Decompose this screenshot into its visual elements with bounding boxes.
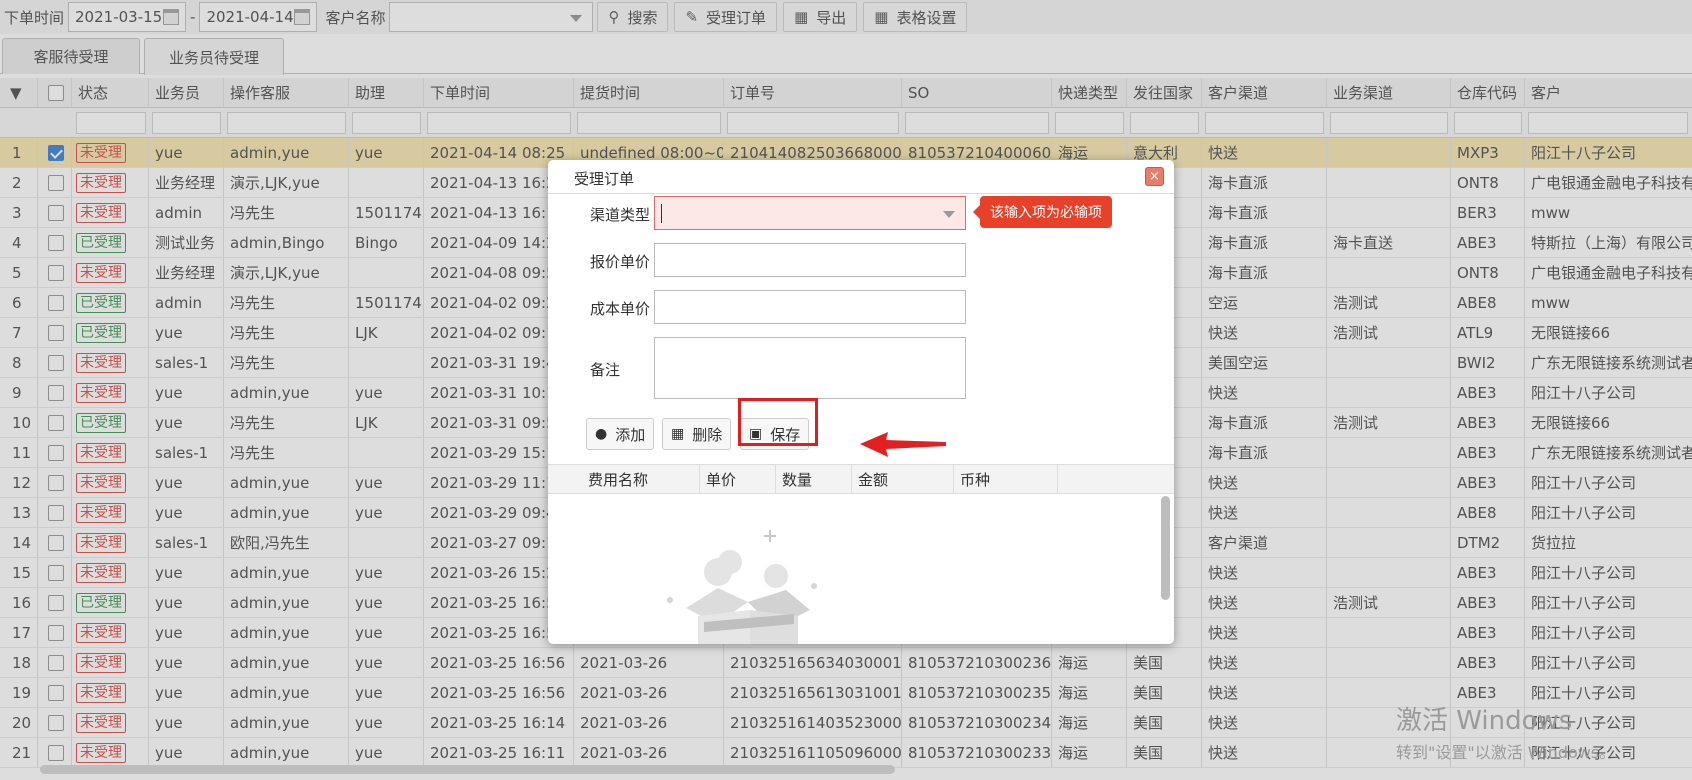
annotation-arrow-icon: [860, 432, 946, 457]
col-header[interactable]: 单价: [700, 465, 776, 493]
fee-table-header: 费用名称 单价 数量 金额 币种: [548, 464, 1174, 494]
plus-circle-icon: ●: [595, 426, 608, 442]
remark-textarea[interactable]: [654, 337, 966, 399]
channel-type-select[interactable]: [654, 196, 966, 230]
cost-price-label: 成本单价: [590, 300, 651, 318]
trash-icon: ▦: [671, 426, 685, 442]
remark-label: 备注: [590, 361, 621, 379]
delete-button[interactable]: ▦ 删除: [662, 418, 732, 450]
text-caret: [661, 204, 662, 223]
empty-box-illustration: [667, 530, 817, 644]
dialog-divider: [548, 193, 1174, 194]
quote-price-label: 报价单价: [590, 253, 651, 271]
required-field-tooltip: 该输入项为必输项: [973, 196, 1112, 228]
required-tip-text: 该输入项为必输项: [990, 205, 1102, 221]
chevron-down-icon: [943, 211, 955, 218]
watermark-line2: 转到"设置"以激活 Windows。: [1396, 743, 1616, 762]
col-header[interactable]: 币种: [954, 465, 1058, 493]
watermark-line1: 激活 Windows: [1396, 706, 1573, 736]
quote-price-input[interactable]: [654, 243, 966, 277]
close-icon[interactable]: ×: [1145, 167, 1164, 186]
channel-type-label: 渠道类型: [590, 206, 651, 224]
col-header[interactable]: 费用名称: [548, 465, 700, 493]
dialog-vertical-scrollbar[interactable]: [1161, 496, 1170, 600]
accept-order-dialog: 受理订单 × 渠道类型 该输入项为必输项 报价单价 成本单价 备注 ● 添加 ▦…: [548, 160, 1174, 644]
delete-button-label: 删除: [692, 425, 723, 444]
dialog-title: 受理订单: [574, 170, 635, 188]
highlight-box: [738, 398, 818, 446]
add-button[interactable]: ● 添加: [586, 418, 655, 450]
horizontal-scrollbar[interactable]: [40, 765, 895, 774]
col-header[interactable]: 数量: [776, 465, 852, 493]
add-button-label: 添加: [615, 425, 646, 444]
windows-activation-watermark: 激活 Windows 转到"设置"以激活 Windows。: [1396, 700, 1615, 763]
col-header[interactable]: 金额: [852, 465, 954, 493]
cost-price-input[interactable]: [654, 290, 966, 324]
